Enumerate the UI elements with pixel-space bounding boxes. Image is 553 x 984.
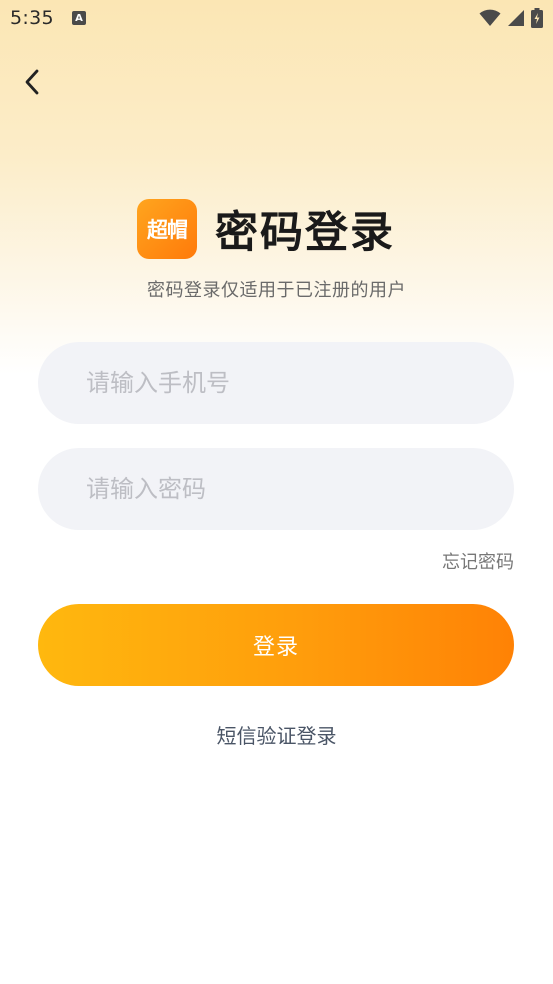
page-title: 密码登录	[215, 208, 395, 258]
app-logo-text: 超帽	[147, 218, 188, 242]
chevron-left-icon	[25, 69, 39, 95]
status-bar: 5:35 A	[0, 0, 553, 38]
accessibility-a-icon: A	[72, 11, 86, 25]
title-row: 超帽 密码登录	[137, 198, 395, 260]
phone-input[interactable]	[86, 342, 514, 424]
sms-login-link[interactable]: 短信验证登录	[0, 720, 553, 749]
battery-icon	[531, 8, 543, 28]
wifi-icon	[479, 9, 501, 26]
password-input-container	[38, 448, 514, 530]
status-time: 5:35	[10, 7, 54, 29]
forgot-password-link[interactable]: 忘记密码	[442, 548, 514, 574]
app-logo: 超帽	[137, 199, 197, 259]
page-subtitle: 密码登录仅适用于已注册的用户	[147, 280, 406, 301]
phone-input-container	[38, 342, 514, 424]
status-icons	[479, 8, 543, 28]
back-button[interactable]	[14, 64, 50, 100]
signal-icon	[508, 10, 524, 26]
password-input[interactable]	[86, 448, 514, 530]
login-button[interactable]: 登录	[38, 604, 514, 686]
